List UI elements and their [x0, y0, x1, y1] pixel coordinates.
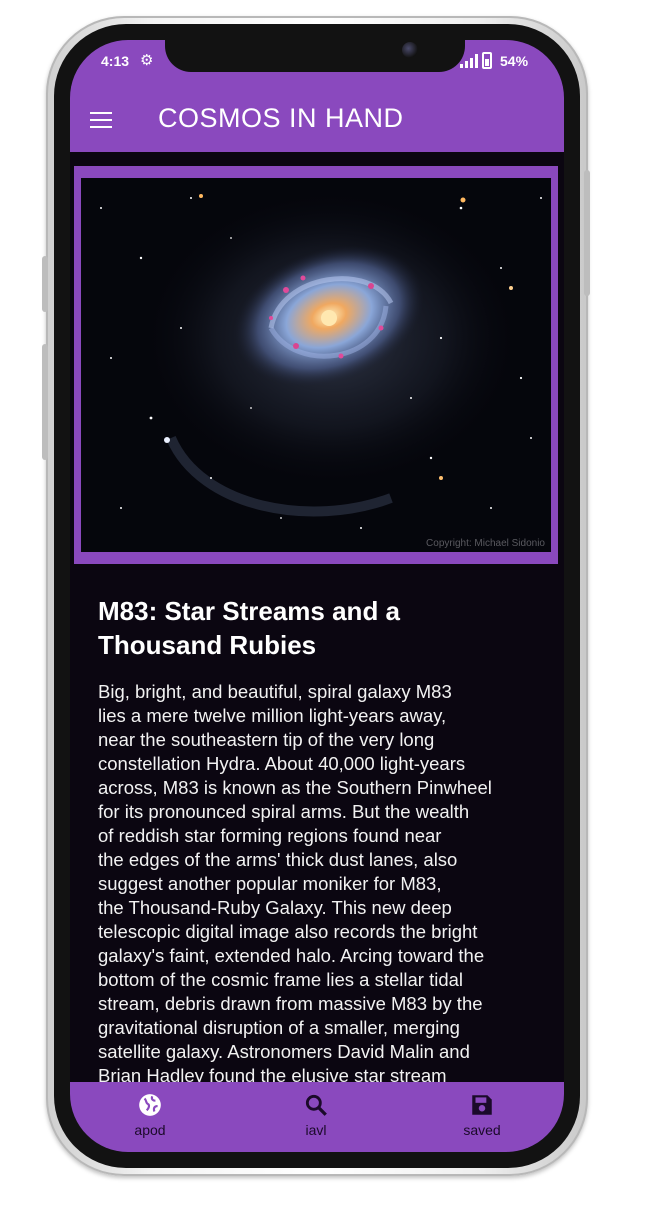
explanation-line: suggest another popular moniker for M83,	[98, 873, 442, 894]
bottom-navigation: apod iavl saved	[70, 1082, 564, 1152]
explanation-line: Big, bright, and beautiful, spiral galax…	[98, 681, 452, 702]
app-title: COSMOS IN HAND	[158, 103, 404, 133]
nav-item-iavl[interactable]: iavl	[266, 1092, 366, 1148]
gear-icon: ⚙	[140, 52, 154, 69]
explanation-line: the edges of the arms' thick dust lanes,…	[98, 849, 458, 870]
explanation-line: gravitational disruption of a smaller, m…	[98, 1017, 460, 1038]
status-time: 4:13	[101, 53, 130, 69]
volume-up-button	[42, 256, 48, 312]
explanation-line: telescopic digital image also records th…	[98, 921, 478, 942]
explanation-line: constellation Hydra. About 40,000 light-…	[98, 753, 466, 774]
explanation-line: for its pronounced spiral arms. But the …	[98, 801, 470, 822]
battery-icon	[482, 52, 492, 69]
explanation-line: lies a mere twelve million light-years a…	[98, 705, 447, 726]
galaxy-image	[81, 178, 551, 552]
save-icon	[472, 1095, 492, 1115]
explanation-line: satellite galaxy. Astronomers David Mali…	[98, 1041, 470, 1062]
explanation-line: stream, debris drawn from massive M83 by…	[98, 993, 483, 1014]
volume-down-button	[42, 344, 48, 460]
nav-label-iavl: iavl	[305, 1122, 327, 1138]
apod-image[interactable]: Copyright: Michael Sidonio	[81, 178, 551, 552]
search-icon	[305, 1094, 327, 1116]
image-credit: Copyright: Michael Sidonio	[426, 538, 545, 549]
nav-item-apod[interactable]: apod	[100, 1092, 200, 1148]
power-button	[584, 170, 590, 296]
apod-content[interactable]: Copyright: Michael Sidonio M83: Star Str…	[70, 152, 564, 1086]
apod-image-frame: Copyright: Michael Sidonio	[74, 166, 558, 564]
nav-item-saved[interactable]: saved	[432, 1092, 532, 1148]
front-camera	[402, 42, 418, 58]
nav-label-saved: saved	[463, 1122, 501, 1138]
camera-notch	[165, 40, 465, 72]
battery-percent: 54%	[500, 53, 529, 69]
explanation-line: near the southeastern tip of the very lo…	[98, 729, 435, 750]
hamburger-menu-icon[interactable]	[88, 106, 116, 130]
explanation-line: galaxy's faint, extended halo. Arcing to…	[98, 945, 485, 966]
app-bar: COSMOS IN HAND	[70, 84, 564, 152]
apod-title: M83: Star Streams and a Thousand Rubies	[98, 596, 401, 660]
explanation-line: the Thousand-Ruby Galaxy. This new deep	[98, 897, 452, 918]
explanation-line: bottom of the cosmic frame lies a stella…	[98, 969, 464, 990]
nav-label-apod: apod	[134, 1122, 166, 1138]
phone-screen: 4:13 ⚙ 54% COSMOS IN HAND Copyright: Mic…	[70, 40, 564, 1152]
globe-icon	[139, 1094, 161, 1116]
apod-explanation: Big, bright, and beautiful, spiral galax…	[98, 680, 538, 1088]
explanation-line: of reddish star forming regions found ne…	[98, 825, 442, 846]
explanation-line: across, M83 is known as the Southern Pin…	[98, 777, 492, 798]
